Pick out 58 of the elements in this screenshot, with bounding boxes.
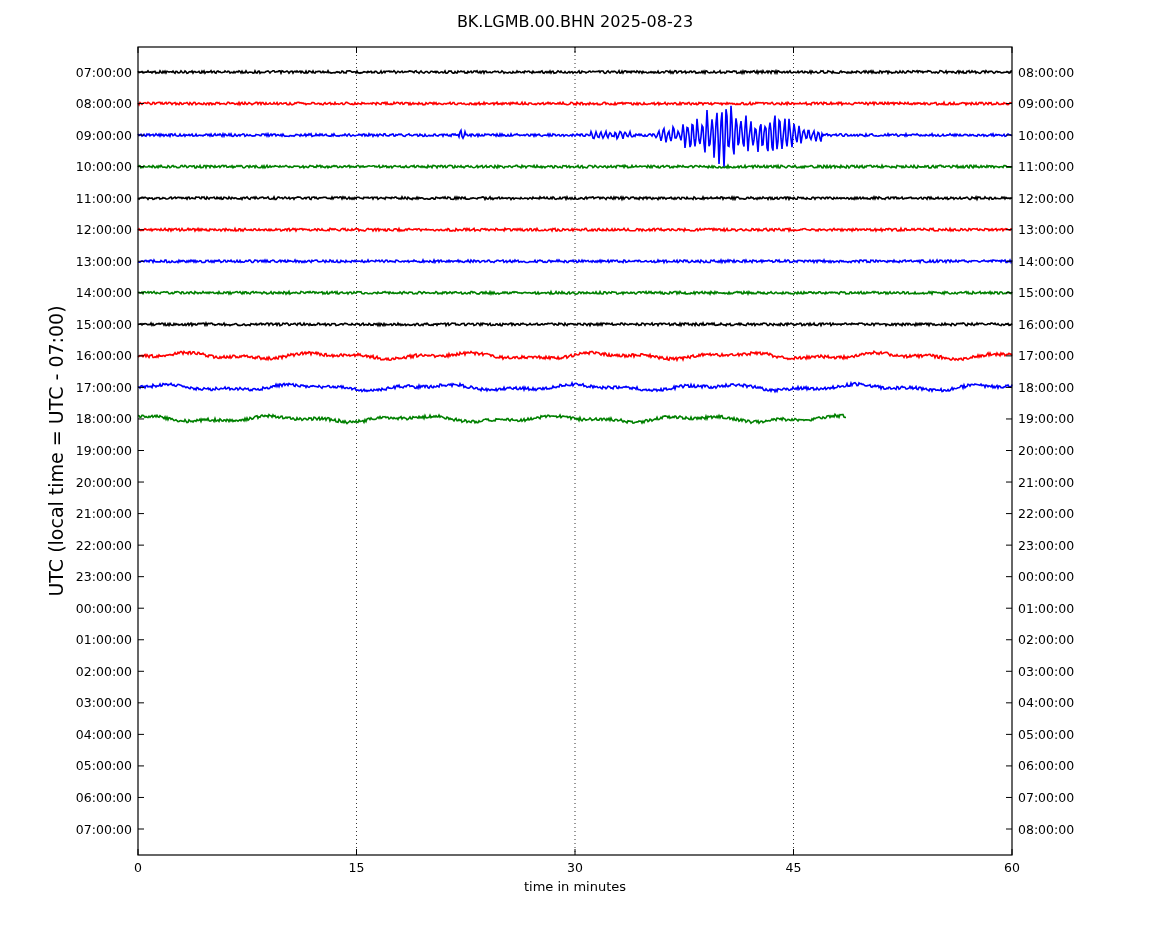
- x-tick-label: 60: [1004, 860, 1020, 875]
- y-tick-label: 01:00:00: [1018, 600, 1075, 616]
- x-tick-label: 15: [348, 860, 365, 875]
- y-tick-label: 04:00:00: [1018, 695, 1075, 711]
- y-tick-label: 08:00:00: [1018, 821, 1075, 837]
- y-tick-label: 00:00:00: [1018, 569, 1075, 585]
- y-tick-label: 13:00:00: [75, 253, 132, 269]
- y-tick-label: 18:00:00: [1018, 379, 1075, 395]
- y-tick-label: 05:00:00: [1018, 726, 1075, 742]
- y-tick-label: 09:00:00: [1018, 96, 1075, 112]
- y-tick-label: 17:00:00: [1018, 348, 1075, 364]
- y-tick-label: 17:00:00: [75, 379, 132, 395]
- y-tick-label: 15:00:00: [1018, 285, 1075, 301]
- y-tick-label: 03:00:00: [75, 695, 132, 711]
- y-tick-label: 03:00:00: [1018, 663, 1075, 679]
- y-tick-label: 08:00:00: [75, 96, 132, 112]
- y-tick-label: 13:00:00: [1018, 222, 1075, 238]
- y-tick-label: 12:00:00: [75, 222, 132, 238]
- y-tick-label: 23:00:00: [1018, 537, 1075, 553]
- y-tick-label: 10:00:00: [1018, 127, 1075, 143]
- y-tick-label: 22:00:00: [75, 537, 132, 553]
- y-tick-label: 09:00:00: [75, 127, 132, 143]
- y-tick-label: 07:00:00: [1018, 789, 1075, 805]
- y-tick-label: 02:00:00: [1018, 632, 1075, 648]
- y-tick-label: 04:00:00: [75, 726, 132, 742]
- y-tick-label: 15:00:00: [75, 316, 132, 332]
- y-tick-label: 21:00:00: [1018, 474, 1075, 490]
- y-tick-label: 20:00:00: [75, 474, 132, 490]
- y-tick-label: 21:00:00: [75, 506, 132, 522]
- x-axis-label: time in minutes: [523, 879, 627, 894]
- y-tick-label: 02:00:00: [75, 663, 132, 679]
- y-tick-label: 16:00:00: [75, 348, 132, 364]
- y-tick-label: 18:00:00: [75, 411, 132, 427]
- y-axis-label: UTC (local time = UTC - 07:00): [45, 305, 67, 597]
- y-tick-label: 12:00:00: [1018, 190, 1075, 206]
- y-tick-label: 11:00:00: [75, 190, 132, 206]
- y-tick-label: 14:00:00: [75, 285, 132, 301]
- x-tick-label: 45: [785, 860, 802, 875]
- y-tick-label: 16:00:00: [1018, 316, 1075, 332]
- y-tick-label: 11:00:00: [1018, 159, 1075, 175]
- chart-title: BK.LGMB.00.BHN 2025-08-23: [456, 12, 694, 31]
- y-tick-label: 05:00:00: [75, 758, 132, 774]
- y-tick-label: 20:00:00: [1018, 443, 1075, 458]
- x-tick-label: 30: [567, 860, 583, 875]
- y-tick-label: 19:00:00: [75, 443, 132, 458]
- y-tick-label: 14:00:00: [1018, 253, 1075, 269]
- y-tick-label: 10:00:00: [75, 159, 132, 175]
- y-tick-label: 08:00:00: [1018, 64, 1075, 80]
- y-tick-label: 23:00:00: [75, 569, 132, 585]
- y-tick-label: 07:00:00: [75, 64, 132, 80]
- y-tick-label: 07:00:00: [75, 821, 132, 837]
- x-tick-label: 0: [134, 860, 142, 875]
- y-tick-label: 22:00:00: [1018, 506, 1075, 522]
- y-tick-label: 01:00:00: [75, 632, 132, 648]
- y-tick-label: 06:00:00: [75, 789, 132, 805]
- y-tick-label: 06:00:00: [1018, 758, 1075, 774]
- y-tick-label: 00:00:00: [75, 600, 132, 616]
- y-tick-label: 19:00:00: [1018, 411, 1075, 427]
